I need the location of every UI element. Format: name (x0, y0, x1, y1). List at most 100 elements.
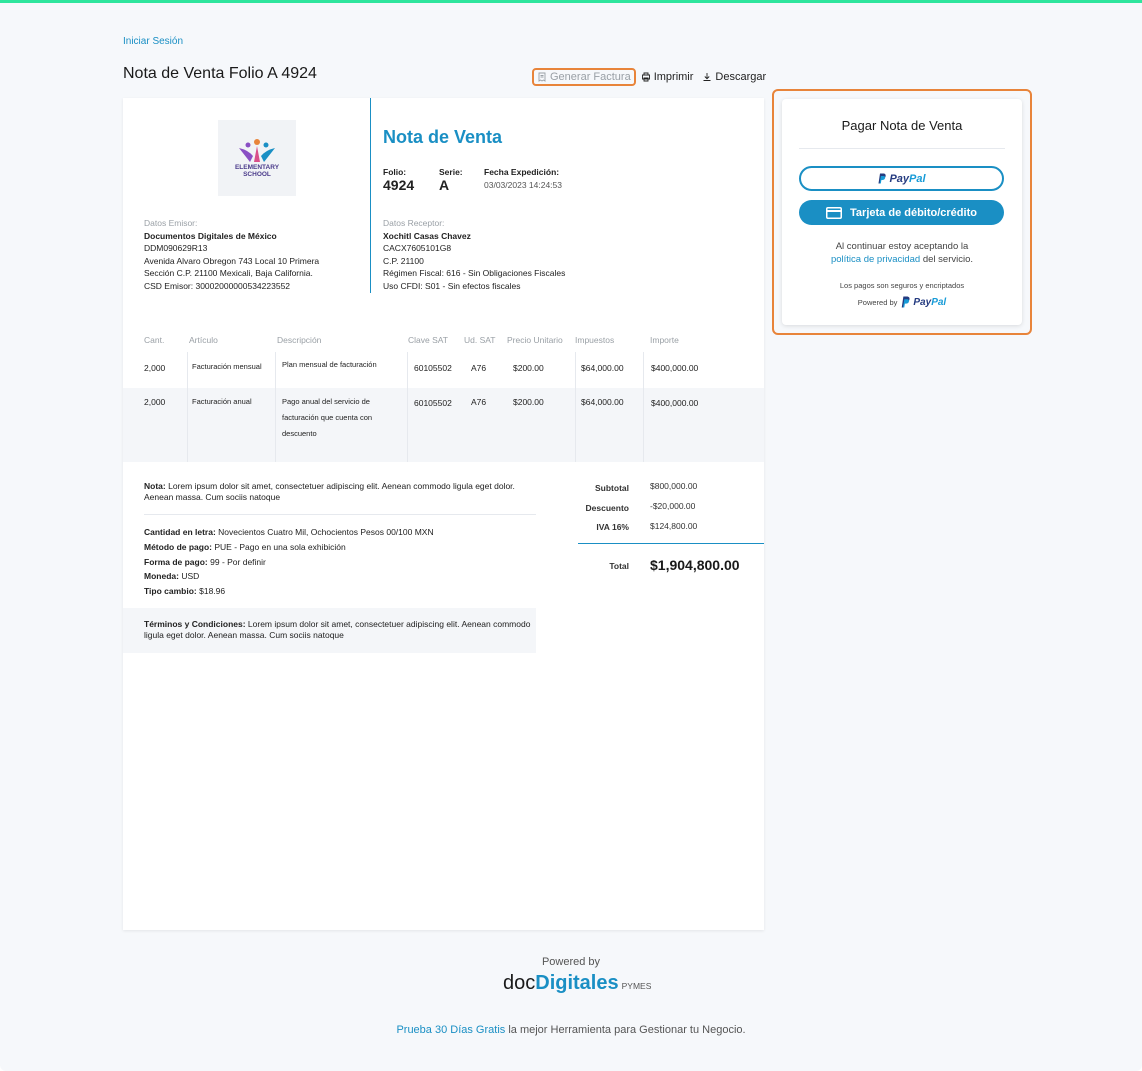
payment-method-label: Método de pago: (144, 541, 212, 552)
cell-ud: A76 (471, 363, 487, 373)
header-impuestos: Impuestos (575, 335, 615, 345)
folio-value: 4924 (383, 177, 415, 193)
docdigitales-logo[interactable]: doc Digitales PYMES (503, 972, 651, 995)
generate-invoice-button[interactable]: Generar Factura (532, 68, 636, 86)
table-row: 2,000 Facturación mensual Plan mensual d… (123, 352, 764, 388)
header-precio: Precio Unitario (507, 335, 563, 345)
date-label: Fecha Expedición: (484, 167, 560, 177)
paypal-wordmark-pay: Pay (889, 172, 910, 185)
issuer-address-2: Sección C.P. 21100 Mexicali, Baja Califo… (144, 268, 313, 278)
cell-cant: 2,000 (144, 397, 166, 407)
cell-descripcion: Pago anual del servicio de facturación q… (282, 397, 373, 438)
brand-pymes: PYMES (621, 981, 652, 991)
download-button[interactable]: Descargar (702, 71, 766, 83)
footer-cta: Prueba 30 Días Gratis la mejor Herramien… (0, 1024, 1142, 1036)
folio-field: Folio: 4924 (383, 167, 414, 193)
issuer-address-1: Avenida Alvaro Obregon 743 Local 10 Prim… (144, 255, 320, 266)
generate-invoice-label: Generar Factura (550, 71, 631, 83)
currency-value: USD (178, 571, 200, 582)
payment-form-value: 99 - Por definir (207, 556, 266, 567)
header-importe: Importe (650, 335, 679, 345)
cell-articulo: Facturación anual (192, 397, 252, 406)
amount-words-label: Cantidad en letra: (144, 527, 216, 537)
items-table: Cant. Artículo Descripción Clave SAT Ud.… (123, 330, 764, 462)
date-value: 03/03/2023 14:24:53 (484, 180, 562, 190)
logo-line-2: SCHOOL (243, 171, 271, 178)
credit-card-icon (826, 206, 843, 219)
totals-divider (578, 543, 764, 544)
header-divider (370, 98, 371, 293)
cell-importe: $400,000.00 (651, 363, 699, 373)
terms-block: Términos y Condiciones: Lorem ipsum dolo… (123, 608, 536, 653)
header-articulo: Artículo (189, 335, 218, 345)
cell-descripcion: Plan mensual de facturación (282, 360, 377, 369)
download-label: Descargar (715, 71, 767, 83)
payment-panel-highlight: Pagar Nota de Venta PayPal Tarjeta de dé… (772, 89, 1032, 335)
note-text: Nota: Lorem ipsum dolor sit amet, consec… (144, 481, 539, 503)
powered-by-label: Powered by (857, 297, 898, 307)
privacy-policy-link[interactable]: política de privacidad (831, 254, 920, 265)
total-label: Total (609, 561, 629, 571)
receiver-uso: Uso CFDI: S01 - Sin efectos fiscales (383, 280, 521, 291)
cell-clave: 60105502 (414, 398, 452, 408)
cell-precio: $200.00 (513, 363, 544, 373)
receiver-label: Datos Receptor: (383, 218, 445, 228)
serie-label: Serie: (439, 167, 463, 177)
footer-cta-text: la mejor Herramienta para Gestionar tu N… (505, 1024, 746, 1036)
page-title: Nota de Venta Folio A 4924 (123, 65, 317, 82)
consent-text: Al continuar estoy aceptando la política… (782, 241, 1022, 266)
discount-value: -$20,000.00 (650, 501, 696, 511)
payment-form-label: Forma de pago: (144, 556, 208, 567)
receiver-regimen: Régimen Fiscal: 616 - Sin Obligaciones F… (383, 268, 566, 278)
currency-label: Moneda: (144, 571, 179, 582)
print-label: Imprimir (653, 71, 694, 83)
print-button[interactable]: Imprimir (641, 71, 694, 83)
issuer-label: Datos Emisor: (144, 218, 198, 228)
school-logo: ELEMENTARY SCHOOL (218, 120, 296, 196)
download-icon (703, 73, 711, 81)
consent-suffix: del servicio. (920, 253, 974, 265)
payment-panel: Pagar Nota de Venta PayPal Tarjeta de dé… (782, 99, 1022, 325)
iva-label: IVA 16% (596, 522, 629, 532)
issuer-rfc: DDM090629R13 (144, 243, 208, 253)
date-field: Fecha Expedición: 03/03/2023 14:24:53 (484, 167, 562, 190)
issuer-csd: CSD Emisor: 30002000000534223552 (144, 280, 291, 291)
brand-digitales: Digitales (535, 972, 619, 994)
iva-row: IVA 16% $124,800.00 (578, 521, 764, 541)
consent-prefix: Al continuar estoy aceptando la (835, 241, 969, 252)
paypal-icon (878, 173, 887, 184)
summary-divider (144, 514, 536, 515)
summary-section: Nota: Lorem ipsum dolor sit amet, consec… (123, 461, 764, 656)
document-title: Nota de Venta (383, 127, 503, 147)
payment-method-value: PUE - Pago en una sola exhibición (212, 541, 346, 552)
discount-row: Descuento -$20,000.00 (578, 501, 764, 521)
login-link[interactable]: Iniciar Sesión (123, 36, 183, 47)
serie-field: Serie: A (439, 167, 463, 193)
card-payment-label: Tarjeta de débito/crédito (850, 206, 977, 219)
people-logo-icon (239, 139, 275, 162)
paypal-wordmark-pal: Pal (909, 172, 926, 185)
items-table-header: Cant. Artículo Descripción Clave SAT Ud.… (123, 330, 764, 352)
receiver-rfc: CACX7605101G8 (383, 243, 452, 253)
document-toolbar: Generar Factura Imprimir Descargar (532, 66, 775, 88)
printer-icon (641, 72, 650, 82)
total-value: $1,904,800.00 (650, 557, 740, 573)
iva-value: $124,800.00 (650, 521, 698, 531)
exchange-rate-label: Tipo cambio: (144, 586, 197, 597)
secure-payments-note: Los pagos son seguros y encriptados (839, 281, 965, 290)
card-payment-button[interactable]: Tarjeta de débito/crédito (799, 200, 1004, 225)
subtotal-value: $800,000.00 (650, 481, 698, 491)
receipt-icon (538, 72, 546, 82)
header-ud-sat: Ud. SAT (464, 335, 496, 345)
issuer-block: Datos Emisor: Documentos Digitales de Mé… (144, 217, 319, 292)
issuer-name: Documentos Digitales de México (144, 230, 277, 241)
note-body: Lorem ipsum dolor sit amet, consectetuer… (144, 481, 515, 502)
cell-cant: 2,000 (144, 363, 166, 373)
paypal-icon (902, 296, 910, 308)
cell-impuestos: $64,000.00 (581, 363, 624, 373)
paypal-button[interactable]: PayPal (799, 166, 1004, 191)
footer-powered-by: Powered by (541, 956, 601, 968)
free-trial-link[interactable]: Prueba 30 Días Gratis (396, 1024, 505, 1036)
terms-label: Términos y Condiciones: (144, 619, 246, 629)
header-descripcion: Descripción (277, 335, 322, 345)
